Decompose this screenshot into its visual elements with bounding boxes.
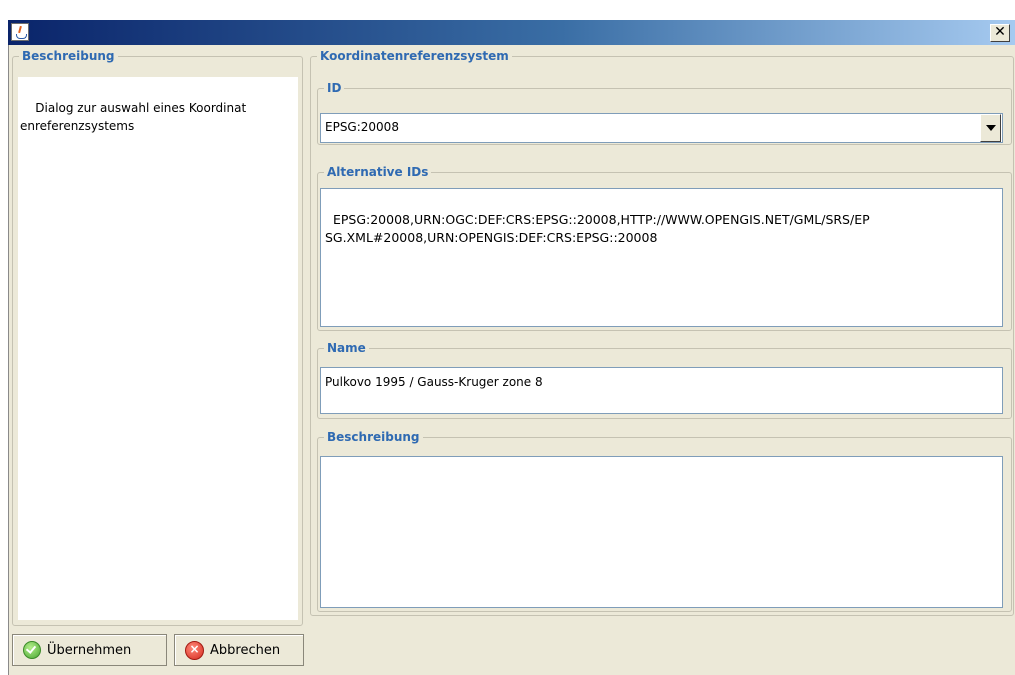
cancel-button[interactable]: × Abbrechen xyxy=(174,634,304,666)
close-button[interactable]: ✕ xyxy=(990,24,1010,42)
description-panel-title: Beschreibung xyxy=(19,48,118,64)
chevron-down-icon[interactable] xyxy=(980,114,1001,142)
id-section-title: ID xyxy=(324,80,345,96)
alternative-ids-textarea[interactable]: EPSG:20008,URN:OGC:DEF:CRS:EPSG::20008,H… xyxy=(320,188,1003,327)
check-circle-icon xyxy=(23,641,41,659)
description-panel: Beschreibung Dialog zur auswahl eines Ko… xyxy=(12,48,303,626)
apply-button-label: Übernehmen xyxy=(47,642,132,658)
alternative-ids-text: EPSG:20008,URN:OGC:DEF:CRS:EPSG::20008,H… xyxy=(325,212,870,245)
name-value: Pulkovo 1995 / Gauss-Kruger zone 8 xyxy=(325,375,543,389)
description-text: Dialog zur auswahl eines Koordinat enref… xyxy=(20,101,247,133)
name-field[interactable]: Pulkovo 1995 / Gauss-Kruger zone 8 xyxy=(320,367,1003,414)
crs-id-value: EPSG:20008 xyxy=(325,120,399,134)
java-coffee-icon xyxy=(11,23,29,41)
cancel-circle-icon: × xyxy=(185,640,204,660)
crs-description-textarea[interactable] xyxy=(320,456,1003,608)
crs-group-title: Koordinatenreferenzsystem xyxy=(317,48,512,64)
apply-button[interactable]: Übernehmen xyxy=(12,634,167,666)
description-textarea[interactable]: Dialog zur auswahl eines Koordinat enref… xyxy=(18,77,298,620)
alternative-ids-title: Alternative IDs xyxy=(324,164,432,180)
crs-description-title: Beschreibung xyxy=(324,429,423,445)
name-section-title: Name xyxy=(324,340,369,356)
cancel-button-label: Abbrechen xyxy=(210,642,281,658)
close-icon: ✕ xyxy=(994,24,1006,40)
crs-id-combobox[interactable]: EPSG:20008 xyxy=(320,113,1003,143)
title-bar[interactable]: ✕ xyxy=(8,20,1015,45)
